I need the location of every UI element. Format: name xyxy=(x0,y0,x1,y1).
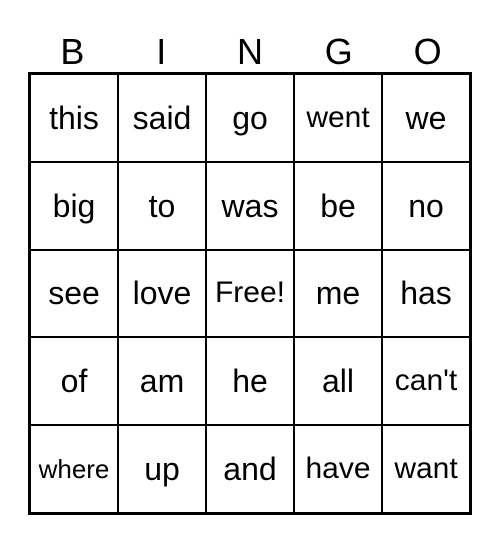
bingo-cell-n5[interactable]: and xyxy=(207,426,295,512)
bingo-cell-o4[interactable]: can't xyxy=(383,338,469,424)
bingo-cell-g1[interactable]: went xyxy=(295,75,383,161)
bingo-cell-g5[interactable]: have xyxy=(295,426,383,512)
bingo-cell-b1[interactable]: this xyxy=(31,75,119,161)
bingo-header-letter-b: B xyxy=(60,31,85,72)
bingo-cell-b3[interactable]: see xyxy=(31,250,119,337)
bingo-header-letter-o: O xyxy=(413,31,442,72)
bingo-header-letter-i: I xyxy=(156,31,167,72)
bingo-cell-b2[interactable]: big xyxy=(31,162,119,249)
bingo-cell-n4[interactable]: he xyxy=(207,338,295,425)
bingo-cell-n2[interactable]: was xyxy=(207,162,295,249)
bingo-row: big to was be no xyxy=(31,162,469,251)
bingo-cell-i5[interactable]: up xyxy=(119,426,207,512)
bingo-grid: this said go went we big to was be no se… xyxy=(28,72,472,515)
bingo-row: see love Free! me has xyxy=(31,250,469,339)
bingo-row: of am he all can't xyxy=(31,338,469,427)
bingo-cell-o2[interactable]: no xyxy=(383,163,469,249)
bingo-cell-free-space[interactable]: Free! xyxy=(207,250,295,337)
bingo-header-row: B I N G O xyxy=(28,18,472,72)
bingo-cell-i3[interactable]: love xyxy=(119,250,207,337)
bingo-header-letter-n: N xyxy=(236,31,263,72)
bingo-cell-o5[interactable]: want xyxy=(383,426,469,512)
bingo-header-letter-g: G xyxy=(324,31,353,72)
bingo-row: where up and have want xyxy=(31,426,469,512)
bingo-card: B I N G O this said go went we big to wa… xyxy=(0,0,501,544)
bingo-cell-b5[interactable]: where xyxy=(31,426,119,512)
bingo-cell-g3[interactable]: me xyxy=(295,250,383,337)
bingo-cell-i2[interactable]: to xyxy=(119,162,207,249)
bingo-cell-i1[interactable]: said xyxy=(119,75,207,161)
bingo-row: this said go went we xyxy=(31,75,469,163)
bingo-cell-i4[interactable]: am xyxy=(119,338,207,425)
bingo-cell-n1[interactable]: go xyxy=(207,75,295,161)
bingo-cell-g2[interactable]: be xyxy=(295,162,383,249)
bingo-cell-b4[interactable]: of xyxy=(31,338,119,425)
bingo-cell-g4[interactable]: all xyxy=(295,338,383,425)
bingo-cell-o1[interactable]: we xyxy=(383,75,469,161)
bingo-cell-o3[interactable]: has xyxy=(383,251,469,337)
